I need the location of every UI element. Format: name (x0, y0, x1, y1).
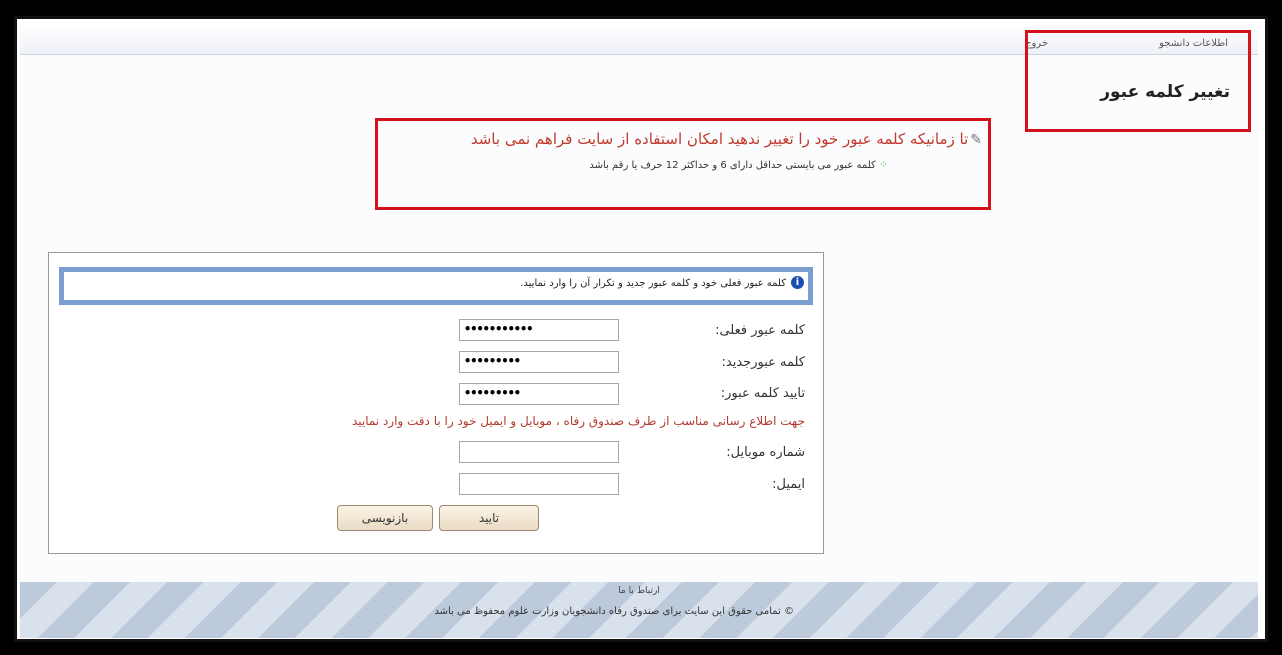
contact-info-notice: جهت اطلاع رسانی مناسب از طرف صندوق رفاه … (351, 414, 805, 428)
current-password-label: کلمه عبور فعلی: (715, 323, 805, 338)
current-password-input[interactable]: ••••••••••• (459, 319, 619, 341)
info-text: کلمه عبور فعلی خود و کلمه عبور جدید و تک… (520, 278, 786, 289)
confirm-password-label: تایید کلمه عبور: (720, 386, 805, 401)
info-icon: i (791, 276, 804, 289)
highlight-box-title (1025, 30, 1251, 132)
email-input[interactable] (459, 473, 619, 495)
footer-copyright: © تمامی حقوق این سایت برای صندوق رفاه دا… (434, 606, 794, 617)
change-password-form: i کلمه عبور فعلی خود و کلمه عبور جدید و … (48, 252, 824, 554)
info-bar: i کلمه عبور فعلی خود و کلمه عبور جدید و … (59, 267, 813, 305)
footer: ارتباط با ما © تمامی حقوق این سایت برای … (20, 582, 1258, 638)
email-label: ایمیل: (772, 477, 805, 492)
confirm-button[interactable]: تایید (439, 505, 539, 531)
confirm-password-input[interactable]: ••••••••• (459, 383, 619, 405)
new-password-input[interactable]: ••••••••• (459, 351, 619, 373)
new-password-label: کلمه عبورجدید: (721, 355, 805, 370)
mobile-label: شماره موبایل: (726, 445, 805, 460)
reset-button[interactable]: بازنویسی (337, 505, 433, 531)
mobile-input[interactable] (459, 441, 619, 463)
page: اطلاعات دانشجو خروج تغییر کلمه عبور ✎تا … (20, 24, 1258, 638)
footer-contact-link[interactable]: ارتباط با ما (20, 586, 1258, 596)
highlight-box-warning (375, 118, 991, 210)
